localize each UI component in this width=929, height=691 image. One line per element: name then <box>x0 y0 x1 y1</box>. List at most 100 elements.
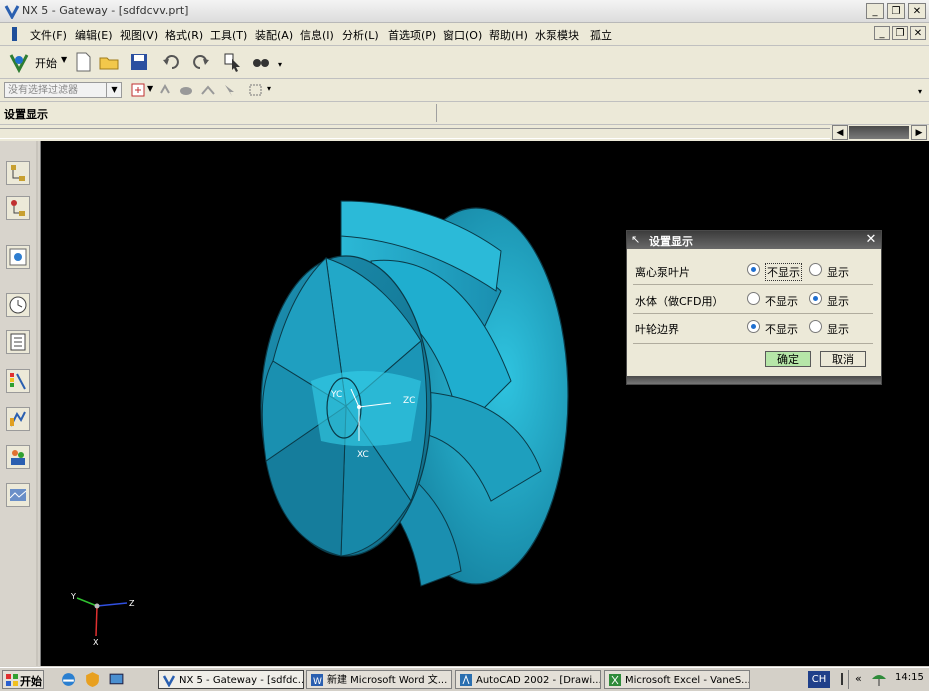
redo-icon[interactable] <box>190 51 212 73</box>
window-title: NX 5 - Gateway - [sdfdcvv.prt] <box>22 4 189 17</box>
menu-edit[interactable]: 编辑(E) <box>75 27 113 43</box>
impeller-model[interactable]: YC ZC XC Z Y X <box>41 141 929 666</box>
roles-icon[interactable] <box>6 445 30 469</box>
wcs-xc-label: XC <box>357 450 369 460</box>
menu-analysis[interactable]: 分析(L) <box>342 27 379 43</box>
umbrella-tray-icon[interactable] <box>870 671 888 688</box>
menu-info[interactable]: 信息(I) <box>300 27 334 43</box>
doc-restore-button[interactable]: ❐ <box>892 26 908 40</box>
menu-preferences[interactable]: 首选项(P) <box>388 27 436 43</box>
doc-minimize-button[interactable]: _ <box>874 26 890 40</box>
ime-pen-icon[interactable] <box>837 671 847 688</box>
filter-dropdown-icon[interactable]: ▼ <box>106 83 122 97</box>
radio-show[interactable] <box>809 263 822 276</box>
system-materials-icon[interactable] <box>6 330 30 354</box>
radio-show[interactable] <box>809 292 822 305</box>
menu-help[interactable]: 帮助(H) <box>489 27 528 43</box>
menu-window[interactable]: 窗口(O) <box>443 27 482 43</box>
pointer-select-icon[interactable] <box>222 83 238 97</box>
radio-show-label[interactable]: 显示 <box>827 264 849 280</box>
save-icon[interactable] <box>128 51 150 73</box>
rectangle-select-icon[interactable] <box>248 83 264 97</box>
select-tool-icon[interactable] <box>222 51 244 73</box>
tray-expand-icon[interactable]: « <box>855 672 862 685</box>
task-label: NX 5 - Gateway - [sdfdc... <box>179 675 304 686</box>
menu-isolate[interactable]: 孤立 <box>590 27 612 43</box>
rectangle-dropdown-icon[interactable]: ▾ <box>267 84 271 93</box>
wcs-origin <box>357 405 361 409</box>
menu-tools[interactable]: 工具(T) <box>210 27 247 43</box>
type-filter-select[interactable]: 没有选择过滤器 <box>4 82 122 98</box>
cloud-select-icon[interactable] <box>178 83 194 97</box>
task-word[interactable]: W 新建 Microsoft Word 文... <box>306 670 452 689</box>
dialog-pin-icon[interactable]: ↖ <box>631 233 640 246</box>
cancel-button[interactable]: 取消 <box>820 351 866 367</box>
shield-quicklaunch-icon[interactable] <box>84 671 101 688</box>
minimize-button[interactable]: _ <box>866 3 884 19</box>
ie-quicklaunch-icon[interactable] <box>60 671 77 688</box>
tab-scroll-row: ◀ ▶ <box>0 125 929 141</box>
undo-icon[interactable] <box>160 51 182 73</box>
tab-strip <box>0 128 830 139</box>
triad-y-label: Y <box>70 592 76 601</box>
desktop-quicklaunch-icon[interactable] <box>108 671 125 688</box>
start-dropdown-icon[interactable]: ▼ <box>61 55 67 64</box>
web-browser-icon[interactable] <box>6 245 30 269</box>
title-bar: NX 5 - Gateway - [sdfdcvv.prt] _ ❐ ✕ <box>0 0 929 23</box>
dialog-bottom-bar <box>627 376 881 384</box>
language-indicator[interactable]: CH <box>808 671 830 688</box>
dialog-titlebar[interactable]: ↖ 设置显示 ✕ <box>627 231 881 249</box>
menu-view[interactable]: 视图(V) <box>120 27 158 43</box>
open-folder-icon[interactable] <box>98 51 120 73</box>
close-button[interactable]: ✕ <box>908 3 926 19</box>
doc-close-button[interactable]: ✕ <box>910 26 926 40</box>
binoculars-icon[interactable] <box>250 51 272 73</box>
restore-button[interactable]: ❐ <box>887 3 905 19</box>
start-menu-button[interactable]: 开始 <box>2 670 44 689</box>
radio-hide[interactable] <box>747 263 760 276</box>
selection-scope-icon[interactable] <box>130 82 146 98</box>
radio-hide-label[interactable]: 不显示 <box>765 293 798 309</box>
radio-hide-label[interactable]: 不显示 <box>765 263 802 281</box>
start-button[interactable]: 开始 <box>35 55 57 71</box>
radio-hide[interactable] <box>747 320 760 333</box>
chain-select-icon[interactable] <box>200 83 216 97</box>
scroll-right-button[interactable]: ▶ <box>911 125 927 140</box>
menu-format[interactable]: 格式(R) <box>165 27 203 43</box>
radio-hide-label[interactable]: 不显示 <box>765 321 798 337</box>
radio-show[interactable] <box>809 320 822 333</box>
start-menu-label: 开始 <box>20 675 42 688</box>
radio-hide[interactable] <box>747 292 760 305</box>
task-nx[interactable]: NX 5 - Gateway - [sdfdc... <box>158 670 304 689</box>
history-graph-icon[interactable] <box>6 483 30 507</box>
task-excel[interactable]: Microsoft Excel - VaneS... <box>604 670 750 689</box>
scroll-left-button[interactable]: ◀ <box>832 125 848 140</box>
toolbar-more-icon[interactable]: ▾ <box>278 60 282 69</box>
start-icon[interactable] <box>8 51 30 73</box>
display-settings-dialog: ↖ 设置显示 ✕ 离心泵叶片 不显示 显示 水体（做CFD用） 不显示 显示 叶… <box>626 230 882 385</box>
part-navigator-icon[interactable] <box>6 196 30 220</box>
toolbar2-more-icon[interactable]: ▾ <box>918 87 922 96</box>
assembly-navigator-icon[interactable] <box>6 161 30 185</box>
menu-file[interactable]: 文件(F) <box>30 27 67 43</box>
standard-toolbar: 开始 ▼ ▾ <box>0 46 929 79</box>
ok-button[interactable]: 确定 <box>765 351 811 367</box>
scope-dropdown-icon[interactable]: ▼ <box>147 84 153 93</box>
nx-app-icon <box>4 5 20 19</box>
palette-icon[interactable] <box>6 369 30 393</box>
task-autocad[interactable]: AutoCAD 2002 - [Drawi... <box>455 670 601 689</box>
dialog-close-icon[interactable]: ✕ <box>863 232 879 248</box>
resource-bar <box>0 141 38 666</box>
menu-assembly[interactable]: 装配(A) <box>255 27 293 43</box>
graphics-window[interactable]: YC ZC XC Z Y X <box>40 141 929 666</box>
triad-x-label: X <box>93 638 99 647</box>
scroll-thumb[interactable] <box>849 126 909 139</box>
radio-show-label[interactable]: 显示 <box>827 293 849 309</box>
process-studio-icon[interactable] <box>6 407 30 431</box>
svg-text:W: W <box>313 677 322 687</box>
menu-pump-module[interactable]: 水泵模块 <box>535 27 579 43</box>
new-file-icon[interactable] <box>72 51 94 73</box>
snap-point-icon[interactable] <box>158 83 172 97</box>
history-clock-icon[interactable] <box>6 293 30 317</box>
radio-show-label[interactable]: 显示 <box>827 321 849 337</box>
